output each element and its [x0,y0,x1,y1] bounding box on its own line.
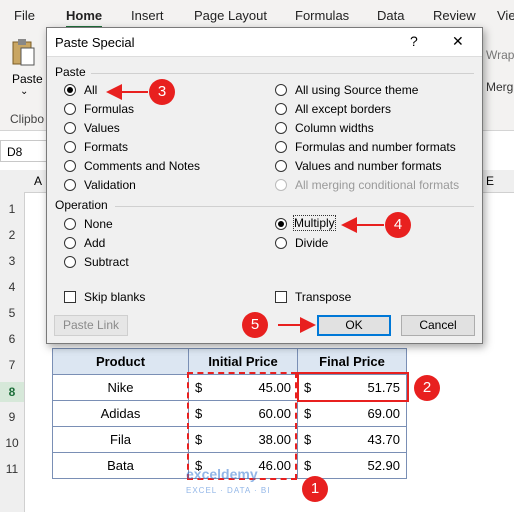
callout-badge-1: 1 [302,476,328,502]
callout-badge-3: 3 [149,79,175,105]
callout-badge-2: 2 [414,375,440,401]
annotation-arrows [106,84,384,333]
callout-badge-4: 4 [385,212,411,238]
callout-badge-5: 5 [242,312,268,338]
